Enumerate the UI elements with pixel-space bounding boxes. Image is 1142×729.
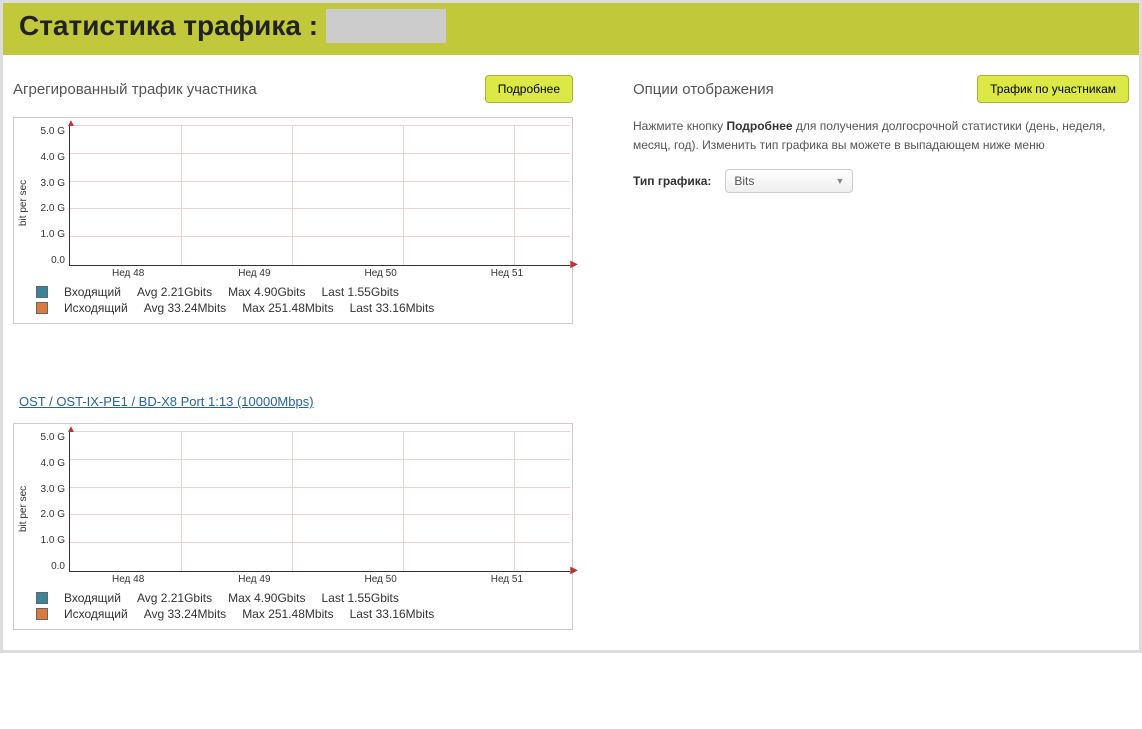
chart-yaxis: 5.0 G4.0 G3.0 G2.0 G1.0 G0.0 bbox=[31, 126, 69, 266]
legend-out-avg: Avg 33.24Mbits bbox=[144, 607, 227, 621]
swatch-outgoing bbox=[36, 302, 48, 314]
chart-ylabel: bit per sec bbox=[16, 432, 31, 585]
legend-in-avg: Avg 2.21Gbits bbox=[137, 285, 212, 299]
legend-in-last: Last 1.55Gbits bbox=[321, 285, 398, 299]
chart-ylabel: bit per sec bbox=[16, 126, 31, 279]
page-title: Статистика трафика : bbox=[19, 9, 1123, 43]
left-column: Агрегированный трафик участника Подробне… bbox=[13, 75, 573, 640]
chart-legend: Входящий Avg 2.21Gbits Max 4.90Gbits Last 1… bbox=[16, 279, 570, 319]
chart-grid: ▲▶ bbox=[69, 432, 570, 572]
help-bold: Подробнее bbox=[726, 119, 792, 133]
legend-out-last: Last 33.16Mbits bbox=[350, 301, 435, 315]
chart-bars bbox=[70, 126, 570, 265]
aggregate-chart: bit per sec5.0 G4.0 G3.0 G2.0 G1.0 G0.0▲… bbox=[13, 117, 573, 324]
legend-in-label: Входящий bbox=[64, 591, 121, 605]
chart-xaxis: Нед 48Нед 49Нед 50Нед 51 bbox=[65, 266, 570, 279]
legend-in-label: Входящий bbox=[64, 285, 121, 299]
help-pre: Нажмите кнопку bbox=[633, 119, 726, 133]
swatch-incoming bbox=[36, 286, 48, 298]
participants-traffic-button[interactable]: Трафик по участникам bbox=[977, 75, 1129, 103]
swatch-outgoing bbox=[36, 608, 48, 620]
content: Агрегированный трафик участника Подробне… bbox=[3, 55, 1139, 640]
swatch-incoming bbox=[36, 592, 48, 604]
chart-legend: Входящий Avg 2.21Gbits Max 4.90Gbits Last 1… bbox=[16, 585, 570, 625]
chart-xaxis: Нед 48Нед 49Нед 50Нед 51 bbox=[65, 572, 570, 585]
legend-in-avg: Avg 2.21Gbits bbox=[137, 591, 212, 605]
legend-out-label: Исходящий bbox=[64, 301, 128, 315]
options-title: Опции отображения bbox=[633, 81, 774, 98]
port-chart: bit per sec5.0 G4.0 G3.0 G2.0 G1.0 G0.0▲… bbox=[13, 423, 573, 630]
chart-bars bbox=[70, 432, 570, 571]
legend-out-last: Last 33.16Mbits bbox=[350, 607, 435, 621]
legend-out-label: Исходящий bbox=[64, 607, 128, 621]
port-link[interactable]: OST / OST-IX-PE1 / BD-X8 Port 1:13 (1000… bbox=[19, 394, 314, 409]
chart-type-select[interactable]: Bits ▼ bbox=[725, 169, 853, 193]
legend-out-max: Max 251.48Mbits bbox=[242, 301, 333, 315]
legend-in-max: Max 4.90Gbits bbox=[228, 591, 305, 605]
participant-name-placeholder bbox=[326, 9, 446, 43]
chart-type-value: Bits bbox=[734, 174, 754, 188]
legend-in-max: Max 4.90Gbits bbox=[228, 285, 305, 299]
chart-yaxis: 5.0 G4.0 G3.0 G2.0 G1.0 G0.0 bbox=[31, 432, 69, 572]
details-button[interactable]: Подробнее bbox=[485, 75, 573, 103]
right-column: Опции отображения Трафик по участникам Н… bbox=[633, 75, 1129, 640]
legend-in-last: Last 1.55Gbits bbox=[321, 591, 398, 605]
aggregate-head: Агрегированный трафик участника Подробне… bbox=[13, 75, 573, 103]
chart-type-label: Тип графика: bbox=[633, 174, 711, 188]
chevron-down-icon: ▼ bbox=[835, 176, 844, 186]
chart-grid: ▲▶ bbox=[69, 126, 570, 266]
aggregate-title: Агрегированный трафик участника bbox=[13, 81, 257, 98]
help-text: Нажмите кнопку Подробнее для получения д… bbox=[633, 117, 1129, 155]
page-title-text: Статистика трафика : bbox=[19, 10, 318, 42]
page-root: Статистика трафика : Агрегированный траф… bbox=[0, 0, 1142, 653]
options-head: Опции отображения Трафик по участникам bbox=[633, 75, 1129, 103]
legend-out-avg: Avg 33.24Mbits bbox=[144, 301, 227, 315]
legend-out-max: Max 251.48Mbits bbox=[242, 607, 333, 621]
chart-type-control: Тип графика: Bits ▼ bbox=[633, 169, 1129, 193]
page-header: Статистика трафика : bbox=[3, 3, 1139, 55]
